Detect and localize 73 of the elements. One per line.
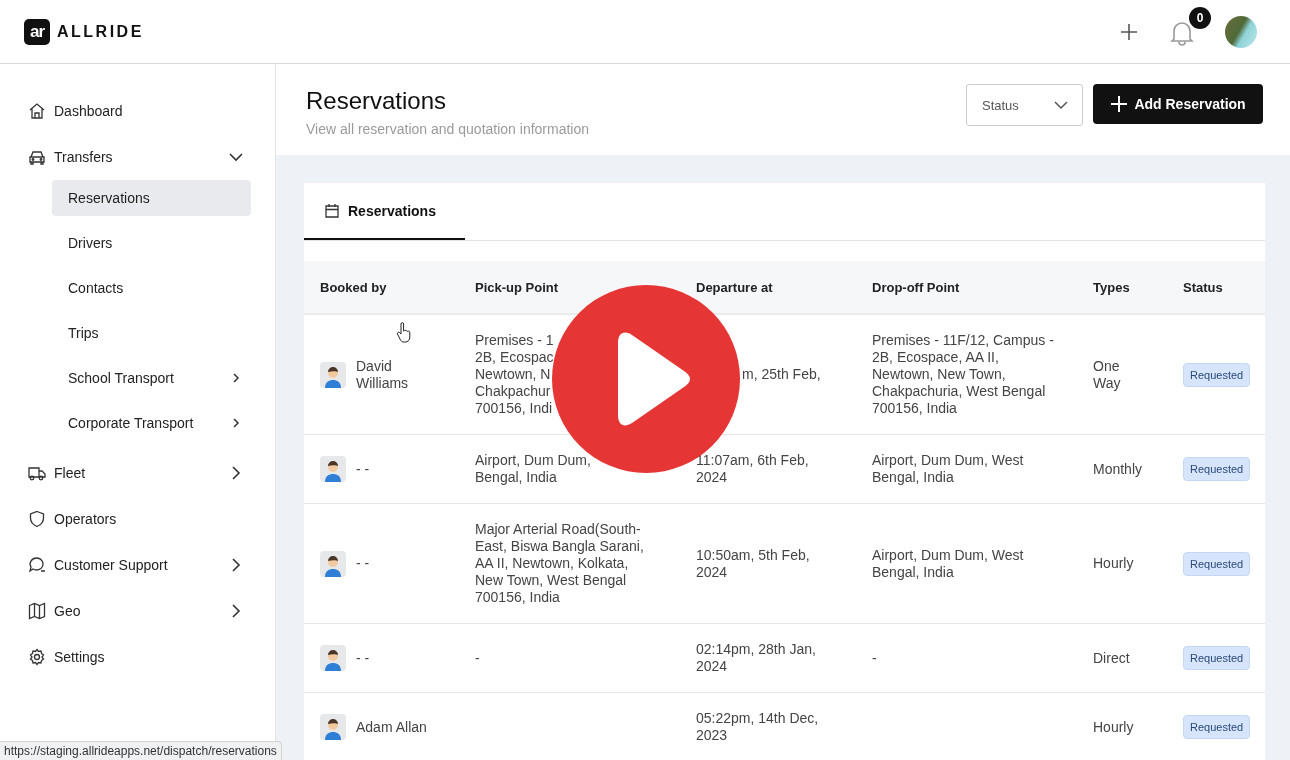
plus-icon[interactable]	[1119, 21, 1139, 42]
table-cell: Monthly	[1093, 460, 1143, 478]
column-header: Status	[1182, 279, 1224, 295]
table-cell: - -	[356, 649, 370, 667]
status-badge: Requested	[1183, 362, 1251, 387]
column-header: Booked by	[319, 279, 388, 295]
table-cell: 05:22pm, 14th Dec, 2023	[696, 710, 819, 744]
table-cell: -	[872, 649, 877, 667]
hand-cursor-icon	[396, 322, 412, 344]
notification-badge: 0	[1189, 6, 1211, 29]
nav-item[interactable]: Settings	[28, 634, 251, 680]
submenu-item[interactable]: School Transport	[52, 360, 251, 396]
table-cell: Adam Allan	[356, 718, 427, 736]
settings-icon	[28, 648, 46, 666]
truck-icon	[28, 464, 46, 482]
table-cell: Major Arterial Road(South- East, Biswa Bangla Sarani, AA II, Newtown, Kolkata, New Town, West Bengal 700156, India	[475, 521, 644, 606]
status-select[interactable]: Status	[966, 84, 1083, 126]
logo-mark: ar	[24, 18, 50, 45]
nav-item[interactable]: Geo	[28, 588, 251, 634]
column-header: Drop-off Point	[871, 279, 961, 295]
avatar-icon	[320, 550, 346, 577]
avatar-icon	[320, 714, 346, 740]
table-cell: -	[475, 649, 480, 667]
table-cell: Premises - 11F/12, Campus - 2B, Ecospace, AA II, Newtown, New Town, Chakpachuria, West Bengal 700156, India	[872, 332, 1054, 417]
nav-item[interactable]: Operators	[28, 496, 251, 542]
table-cell: Direct	[1093, 649, 1130, 667]
column-header: Departure at	[695, 279, 774, 295]
table-cell: 02:14pm, 28th Jan, 2024	[696, 641, 816, 675]
shield-icon	[28, 510, 46, 528]
avatar-icon	[320, 456, 346, 482]
page-subtitle: View all reservation and quotation information	[306, 121, 590, 137]
table-cell: Airport, Dum Dum, West Bengal, India	[872, 546, 1024, 581]
table-cell: Airport, Dum Dum, Bengal, India	[475, 452, 591, 486]
map-icon	[28, 602, 46, 620]
table-cell: Hourly	[1093, 555, 1134, 572]
page-title: Reservations	[306, 87, 448, 115]
status-badge: Requested	[1183, 715, 1251, 739]
table-cell: Premises - 1 2B, Ecospac Newtown, N Chakpachur 700156, Indi	[475, 332, 554, 417]
table-cell: David Williams	[356, 357, 409, 392]
tab[interactable]: Reservations	[304, 183, 465, 240]
status-badge: Requested	[1183, 457, 1251, 481]
link-preview-url: https://staging.allrideapps.net/dispatch/reservations	[0, 741, 282, 760]
submenu-item[interactable]: Trips	[52, 315, 251, 351]
submenu-item[interactable]: Corporate Transport	[52, 405, 251, 441]
submenu-item[interactable]: Drivers	[52, 225, 251, 261]
submenu-item[interactable]: Reservations	[52, 180, 251, 216]
user-avatar[interactable]	[1225, 15, 1257, 48]
table-cell: Hourly	[1093, 718, 1134, 736]
nav-item[interactable]: Fleet	[28, 450, 251, 496]
column-header: Pick-up Point	[474, 279, 560, 295]
logo-text: ALLRIDE	[57, 22, 144, 41]
table-cell: One Way	[1093, 357, 1121, 392]
column-header: Types	[1092, 279, 1131, 295]
table-cell: - -	[356, 555, 370, 572]
submenu-item[interactable]: Contacts	[52, 270, 251, 306]
chat-icon	[28, 556, 46, 574]
add-reservation-button[interactable]: Add Reservation	[1093, 84, 1263, 124]
plus-icon	[1110, 95, 1129, 113]
table-cell: m, 25th Feb,	[742, 366, 821, 383]
status-badge: Requested	[1183, 646, 1251, 670]
car-icon	[28, 148, 46, 166]
table-cell: Airport, Dum Dum, West Bengal, India	[872, 452, 1024, 486]
nav-item[interactable]: Customer Support	[28, 542, 251, 588]
status-badge: Requested	[1183, 551, 1251, 576]
avatar-icon	[320, 361, 346, 388]
table-cell: - -	[356, 460, 370, 478]
nav-item[interactable]: Transfers	[28, 134, 251, 180]
home-icon	[28, 102, 46, 120]
table-cell: 11:07am, 6th Feb, 2024	[696, 452, 809, 486]
table-cell: 10:50am, 5th Feb, 2024	[696, 546, 810, 581]
calendar-icon	[324, 202, 340, 219]
avatar-icon	[320, 645, 346, 671]
nav-item[interactable]: Dashboard	[28, 88, 251, 134]
